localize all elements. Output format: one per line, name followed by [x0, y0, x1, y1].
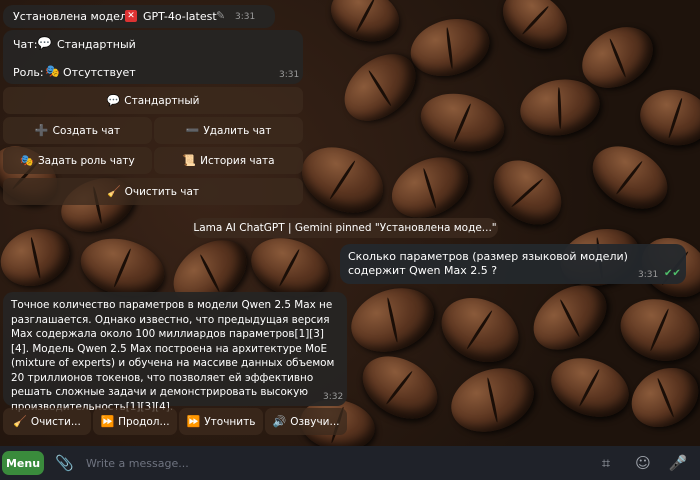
model-name: GPT-4o-latest	[143, 10, 217, 23]
speech-bubble-icon: 💬	[37, 36, 52, 50]
fast-forward-icon: ⏩	[100, 415, 115, 428]
create-chat-button[interactable]: ➕ Создать чат	[3, 117, 152, 144]
theater-masks-icon: 🎭	[45, 64, 60, 78]
red-square-x-icon: ✕	[125, 10, 137, 22]
chat-info-message: Чат: 💬 Стандартный Роль: 🎭 Отсутствует 3…	[3, 30, 303, 84]
set-role-button[interactable]: 🎭 Задать роль чату	[3, 147, 152, 174]
clear-chat-button[interactable]: 🧹 Очистить чат	[3, 178, 303, 205]
pinned-notice[interactable]: Lama AI ChatGPT | Gemini pinned "Установ…	[192, 218, 498, 238]
outgoing-message: Сколько параметров (размер языковой моде…	[340, 244, 686, 284]
chat-history-button[interactable]: 📜 История чата	[154, 147, 303, 174]
paperclip-icon[interactable]: 📎	[55, 454, 74, 472]
menu-button[interactable]: Menu	[2, 451, 44, 475]
theater-masks-icon: 🎭	[20, 154, 34, 167]
role-label: Роль:	[13, 66, 44, 79]
plus-icon: ➕	[34, 124, 49, 137]
message-time: 3:31	[638, 270, 659, 280]
broom-icon: 🧹	[13, 415, 27, 428]
message-time: 3:31	[279, 70, 300, 80]
message-input[interactable]	[86, 455, 566, 471]
message-time: 3:32	[323, 392, 344, 402]
chat-value: Стандартный	[57, 38, 136, 51]
delete-chat-button[interactable]: ➖ Удалить чат	[154, 117, 303, 144]
answer-message: Точное количество параметров в модели Qw…	[3, 292, 347, 413]
message-composer: Menu 📎 ⌗ ☺ 🎤	[0, 446, 700, 480]
scroll-icon: 📜	[182, 154, 197, 167]
bot-commands-icon[interactable]: ⌗	[596, 453, 616, 473]
clarify-inline-button[interactable]: ⏩ Уточнить	[179, 408, 263, 435]
microphone-icon[interactable]: 🎤	[668, 453, 688, 473]
speaker-icon: 🔊	[272, 415, 287, 428]
model-label: Установлена модель:	[13, 10, 138, 23]
chat-label: Чат:	[13, 38, 38, 51]
double-check-icon: ✔✔	[664, 268, 681, 279]
minus-icon: ➖	[185, 124, 200, 137]
fast-forward-icon: ⏩	[186, 415, 201, 428]
model-message: Установлена модель: ✕ GPT-4o-latest ✎ 3:…	[3, 5, 275, 28]
emoji-icon[interactable]: ☺	[633, 453, 653, 473]
answer-text: Точное количество параметров в модели Qw…	[11, 299, 335, 413]
speech-bubble-icon: 💬	[106, 94, 121, 107]
broom-icon: 🧹	[106, 185, 121, 198]
message-time: 3:31	[235, 12, 256, 22]
question-text: Сколько параметров (размер языковой моде…	[348, 250, 628, 277]
continue-inline-button[interactable]: ⏩ Продол...	[93, 408, 177, 435]
standard-chat-button[interactable]: 💬 Стандартный	[3, 87, 303, 114]
clear-inline-button[interactable]: 🧹 Очисти...	[3, 408, 91, 435]
role-value: Отсутствует	[63, 66, 136, 79]
voice-inline-button[interactable]: 🔊 Озвучи...	[265, 408, 347, 435]
pin-icon: ✎	[216, 9, 226, 22]
